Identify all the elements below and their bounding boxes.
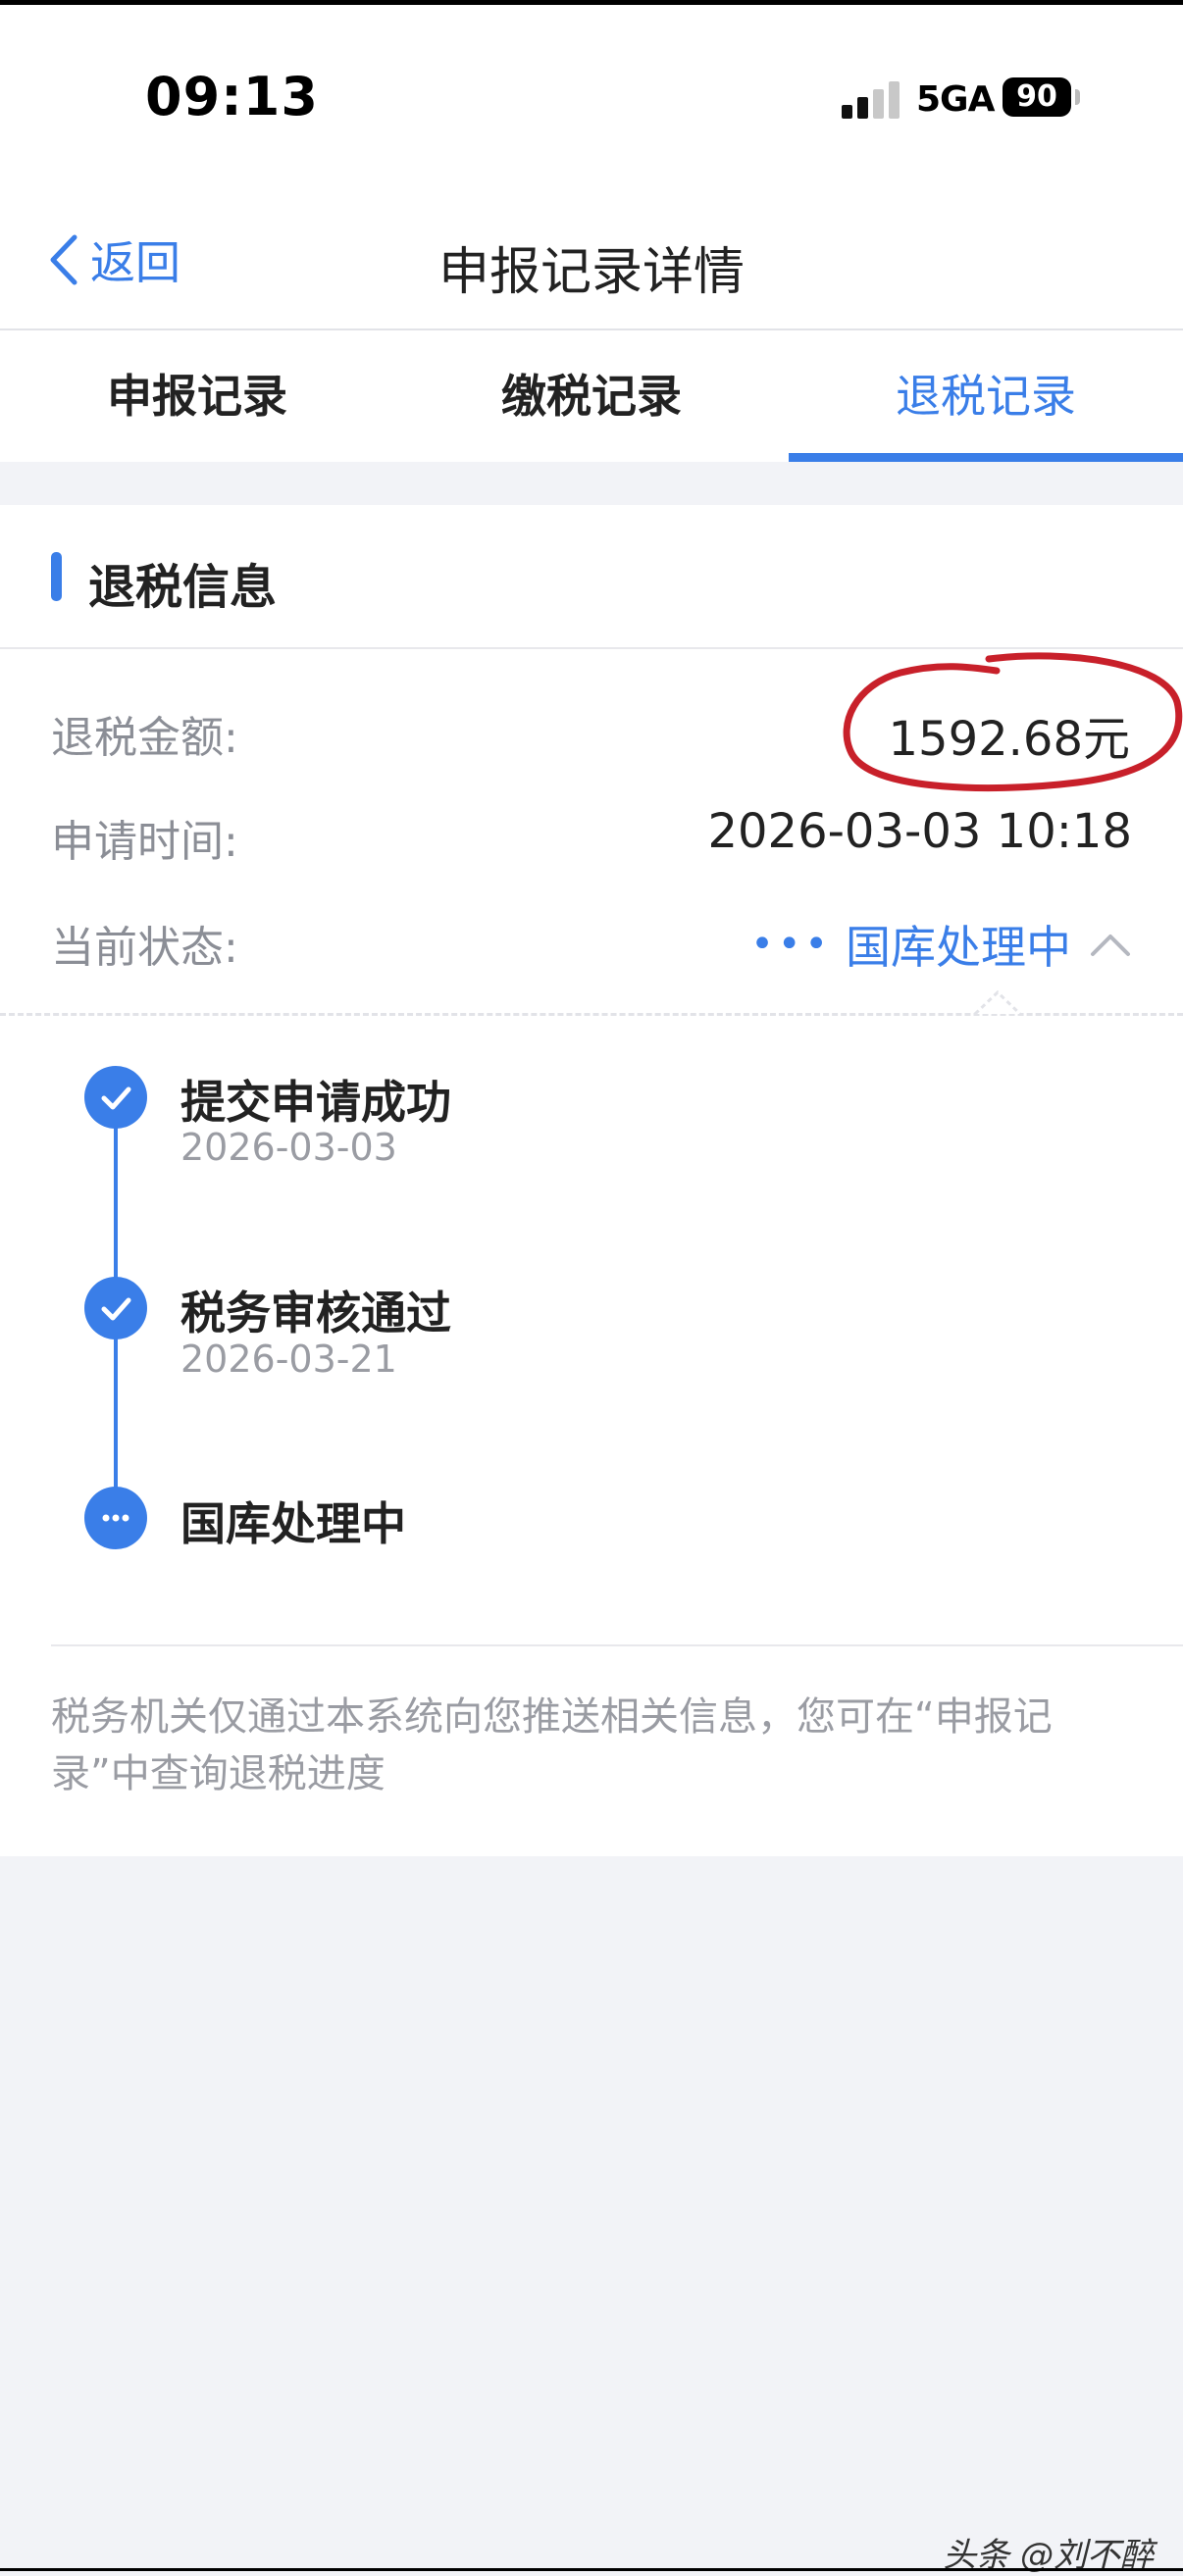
footer-note: 税务机关仅通过本系统向您推送相关信息，您可在“申报记录”中查询退税进度: [51, 1694, 1053, 1796]
step-in-progress-badge: [84, 1487, 147, 1549]
step-done-badge: [84, 1066, 147, 1129]
battery-level: 90: [1016, 79, 1057, 114]
step-done-badge: [84, 1277, 147, 1339]
cellular-signal-icon: [842, 79, 900, 119]
expand-pointer: [973, 989, 1022, 1016]
chevron-up-icon: [1091, 934, 1130, 956]
more-dots-icon: •••: [750, 922, 832, 967]
timeline-step-title: 提交申请成功: [180, 1076, 451, 1129]
timeline-step-title: 税务审核通过: [180, 1287, 451, 1339]
battery-icon: 90: [1003, 77, 1071, 117]
record-tabs: 申报记录 缴税记录 退税记录: [0, 330, 1183, 462]
tab-payment-records[interactable]: 缴税记录: [394, 330, 789, 462]
apply-time-label: 申请时间:: [51, 817, 238, 867]
tab-refund-records[interactable]: 退税记录: [789, 330, 1183, 462]
divider: [51, 1644, 1183, 1646]
check-icon: [101, 1297, 131, 1321]
tab-declaration-records[interactable]: 申报记录: [0, 330, 394, 462]
battery-tip: [1075, 89, 1080, 105]
section-title: 退税信息: [88, 560, 278, 615]
network-type: 5GA: [916, 79, 995, 120]
status-time: 09:13: [145, 66, 319, 127]
timeline-step-title: 国库处理中: [180, 1497, 406, 1550]
navigation-bar: 返回 申报记录详情: [0, 191, 1183, 330]
check-icon: [101, 1086, 131, 1110]
current-status-value: 国库处理中: [846, 921, 1071, 974]
apply-time-value: 2026-03-03 10:18: [707, 804, 1132, 859]
status-toggle[interactable]: ••• 国库处理中: [750, 912, 1132, 977]
more-dots-icon: [102, 1514, 129, 1522]
hand-drawn-red-circle: [843, 652, 1183, 792]
page-title: 申报记录详情: [437, 243, 745, 302]
timeline-step-date: 2026-03-21: [180, 1338, 397, 1381]
timeline-step-date: 2026-03-03: [180, 1126, 397, 1169]
apply-time-row: 申请时间: 2026-03-03 10:18: [0, 796, 1183, 875]
status-bar: 09:13 5GA 90: [0, 5, 1183, 191]
section-header: 退税信息: [0, 505, 1183, 649]
current-status-label: 当前状态:: [51, 923, 238, 973]
refund-amount-label: 退税金额:: [51, 713, 238, 763]
current-status-row: 当前状态: ••• 国库处理中: [0, 902, 1183, 981]
section-accent-bar: [51, 552, 62, 601]
active-tab-indicator: [789, 453, 1183, 462]
